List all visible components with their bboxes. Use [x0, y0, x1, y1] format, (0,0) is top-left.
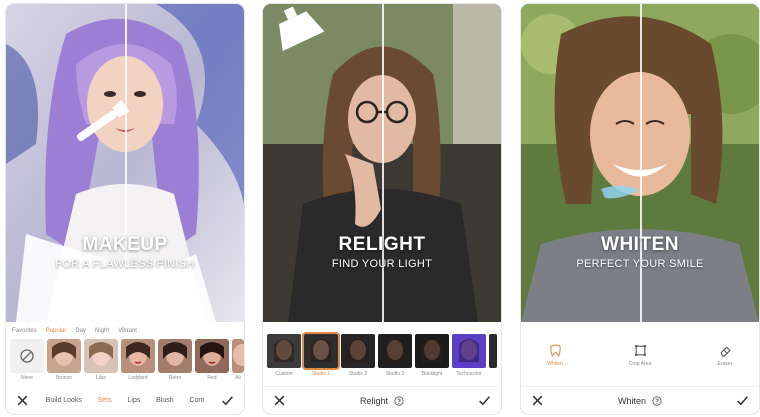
makeup-bottom-bar: Build Looks Sets Lips Blush Cont	[6, 386, 244, 414]
tool-title: Relight	[360, 396, 404, 406]
feature-headline: WHITEN	[601, 234, 679, 255]
before-after-divider[interactable]	[125, 4, 127, 322]
tool-title-label: Relight	[359, 395, 388, 406]
check-icon	[479, 396, 491, 406]
preset-thumb[interactable]	[489, 334, 497, 368]
tool-eraser[interactable]: Eraser	[705, 344, 745, 367]
tool-label: Eraser	[717, 361, 733, 367]
category-tab[interactable]: Night	[95, 328, 109, 334]
makeup-categories: Favorites Popular Day Night Vibrant	[6, 322, 244, 334]
apply-button[interactable]	[477, 393, 493, 409]
look-thumb[interactable]	[47, 339, 81, 373]
category-tab[interactable]: Favorites	[12, 328, 37, 334]
crop-area-icon	[634, 345, 646, 356]
look-thumb[interactable]	[121, 339, 155, 373]
tool-label: Crop Area	[628, 361, 652, 367]
preset-thumb[interactable]	[341, 334, 375, 368]
whiten-bottom-bar: Whiten	[521, 386, 759, 414]
relight-bottom-bar: Relight	[263, 386, 501, 414]
help-icon[interactable]	[652, 395, 662, 406]
look-thumb[interactable]	[195, 339, 229, 373]
tool-whiten[interactable]: Whiten	[535, 344, 575, 367]
tool-title-label: Whiten	[617, 395, 646, 406]
preset-thumb[interactable]	[267, 334, 301, 368]
none-icon	[20, 349, 34, 363]
look-label: Bronze	[56, 375, 72, 381]
whiten-photo: WHITEN PERFECT YOUR SMILE	[521, 4, 759, 322]
close-icon	[274, 395, 284, 406]
before-after-divider[interactable]	[382, 4, 384, 322]
whiten-tools: Whiten Crop Area Eraser	[521, 322, 759, 367]
feature-headline: MAKEUP	[82, 234, 168, 255]
preset-label: Studio 1	[311, 371, 331, 377]
look-thumb[interactable]	[232, 339, 244, 373]
preset-label: Custom	[275, 371, 293, 377]
preset-labels: Custom Studio 1 Studio 2 Studio 3 Backli…	[263, 368, 501, 377]
category-tab[interactable]: Popular	[46, 328, 67, 334]
before-after-divider[interactable]	[640, 4, 642, 322]
tab-contour[interactable]: Cont	[189, 397, 204, 404]
close-icon	[532, 395, 542, 406]
close-button[interactable]	[529, 393, 545, 409]
apply-button[interactable]	[220, 392, 236, 408]
makeup-panel: MAKEUP FOR A FLAWLESS FINISH Favorites P…	[6, 4, 244, 414]
preset-label: Technicolor	[456, 371, 482, 377]
relight-panel: RELIGHT FIND YOUR LIGHT Custom Studio 1 …	[263, 4, 501, 414]
look-label: Lilac	[95, 375, 107, 381]
tool-title: Whiten	[618, 396, 662, 406]
tool-crop-area[interactable]: Crop Area	[620, 344, 660, 367]
preset-thumb[interactable]	[378, 334, 412, 368]
check-icon	[222, 395, 234, 405]
whiten-toolbar: Whiten Crop Area Eraser Whiten	[521, 322, 759, 414]
preset-label: Backlight	[421, 371, 443, 377]
makeup-photo: MAKEUP FOR A FLAWLESS FINISH	[6, 4, 244, 322]
relight-photo: RELIGHT FIND YOUR LIGHT	[263, 4, 501, 322]
preset-label: Studio 3	[385, 371, 405, 377]
feature-subline: FOR A FLAWLESS FINISH	[55, 258, 195, 270]
tab-lips[interactable]: Lips	[128, 397, 141, 404]
look-label: Ladybird	[128, 375, 148, 381]
check-icon	[737, 396, 749, 406]
apply-button[interactable]	[735, 393, 751, 409]
close-button[interactable]	[14, 392, 30, 408]
preset-label: Studio 2	[348, 371, 368, 377]
tool-label: Whiten	[547, 361, 563, 367]
tab-build-looks[interactable]: Build Looks	[46, 397, 82, 404]
relight-toolbar: Custom Studio 1 Studio 2 Studio 3 Backli…	[263, 322, 501, 414]
look-none-thumb[interactable]	[10, 339, 44, 373]
preset-thumb[interactable]	[415, 334, 449, 368]
look-thumb[interactable]	[84, 339, 118, 373]
eraser-icon	[720, 346, 731, 357]
close-button[interactable]	[271, 393, 287, 409]
whiten-panel: WHITEN PERFECT YOUR SMILE Whiten Crop Ar…	[521, 4, 759, 414]
look-thumb[interactable]	[158, 339, 192, 373]
look-label: Red	[207, 375, 217, 381]
preset-thumb[interactable]	[452, 334, 486, 368]
look-label: Retro	[168, 375, 182, 381]
feature-headline: RELIGHT	[338, 234, 426, 255]
look-labels: None Bronze Lilac Ladybird Retro Red Ali	[6, 373, 244, 381]
close-icon	[17, 395, 27, 405]
look-thumbnails	[6, 334, 244, 373]
preset-thumb-selected[interactable]	[304, 334, 338, 368]
look-label: None	[21, 375, 33, 381]
look-label: Ali	[235, 375, 241, 381]
help-icon[interactable]	[394, 395, 404, 406]
category-tab[interactable]: Day	[75, 328, 86, 334]
category-tab[interactable]: Vibrant	[118, 328, 137, 334]
tab-sets[interactable]: Sets	[98, 397, 112, 404]
feature-subline: PERFECT YOUR SMILE	[576, 258, 704, 270]
relight-presets	[263, 322, 501, 368]
tab-blush[interactable]: Blush	[156, 397, 174, 404]
feature-subline: FIND YOUR LIGHT	[331, 258, 433, 270]
makeup-toolbar: Favorites Popular Day Night Vibrant None…	[6, 322, 244, 414]
tooth-icon	[549, 344, 561, 357]
